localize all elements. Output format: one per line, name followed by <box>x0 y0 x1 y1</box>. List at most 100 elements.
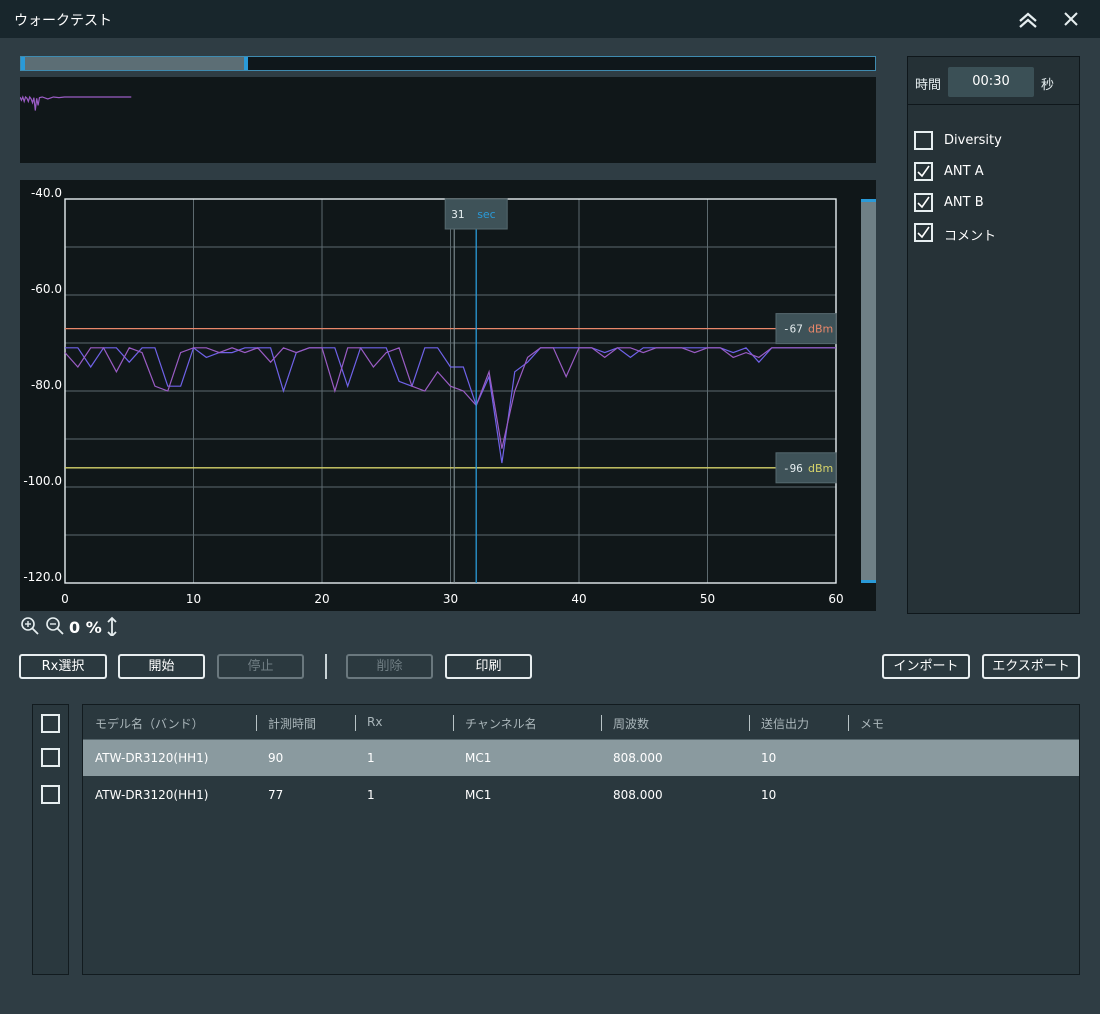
settings-panel: 時間 00:30 秒 Diversity ANT A ANT B コメント <box>907 56 1080 614</box>
select-all-checkbox[interactable] <box>41 714 60 733</box>
vertical-scrollbar[interactable] <box>861 199 876 583</box>
x-tick-label: 10 <box>186 592 201 606</box>
option-diversity[interactable]: Diversity <box>914 131 1074 153</box>
start-button[interactable]: 開始 <box>118 654 205 679</box>
stop-button[interactable]: 停止 <box>217 654 304 679</box>
cell-power: 10 <box>761 788 777 802</box>
overview-series-line <box>19 95 132 111</box>
diversity-checkbox[interactable] <box>914 131 933 150</box>
print-button[interactable]: 印刷 <box>445 654 532 679</box>
time-label: 時間 <box>915 78 942 93</box>
x-tick-label: 60 <box>828 592 843 606</box>
chevron-double-up-icon <box>1019 12 1037 28</box>
zoom-level: 0 % <box>69 618 102 637</box>
vertical-resize-icon[interactable] <box>104 616 124 636</box>
option-label: ANT B <box>944 195 984 210</box>
table-row[interactable]: ATW-DR3120(HH1) 90 1 MC1 808.000 10 <box>83 740 1079 776</box>
column-divider[interactable] <box>256 715 257 731</box>
table-row[interactable]: ATW-DR3120(HH1) 77 1 MC1 808.000 10 <box>83 777 1079 813</box>
y-tick-label: -40.0 <box>31 186 62 200</box>
column-divider[interactable] <box>355 715 356 731</box>
zoom-out-icon[interactable] <box>45 616 65 636</box>
column-header-power[interactable]: 送信出力 <box>761 715 809 732</box>
threshold-unit-label: dBm <box>808 462 833 475</box>
time-field[interactable]: 00:30 <box>948 67 1034 97</box>
rx-select-button[interactable]: Rx選択 <box>19 654 107 679</box>
zoom-controls: 0 % <box>20 616 160 638</box>
y-tick-label: -80.0 <box>31 378 62 392</box>
x-tick-label: 20 <box>314 592 329 606</box>
x-tick-label: 30 <box>443 592 458 606</box>
cell-rx: 1 <box>367 788 375 802</box>
threshold-value-label: -67 <box>783 323 803 336</box>
row-checkbox[interactable] <box>41 785 60 804</box>
delete-button[interactable]: 削除 <box>346 654 433 679</box>
checkmark-icon <box>917 196 930 209</box>
cell-frequency: 808.000 <box>613 788 663 802</box>
option-label: Diversity <box>944 133 1002 148</box>
cell-channel: MC1 <box>465 751 492 765</box>
column-header-channel[interactable]: チャンネル名 <box>465 715 537 732</box>
y-tick-label: -60.0 <box>31 282 62 296</box>
cell-model: ATW-DR3120(HH1) <box>95 788 209 802</box>
x-tick-label: 50 <box>700 592 715 606</box>
threshold-unit-label: dBm <box>808 323 833 336</box>
collapse-button[interactable] <box>1013 4 1043 34</box>
zoom-in-icon[interactable] <box>20 616 40 636</box>
overview-graph <box>19 95 132 111</box>
rf-level-chart-svg: -40.0 -60.0 -80.0 -100.0 -120.0 0 10 20 30 40 50 60… <box>23 186 843 606</box>
window-title: ウォークテスト <box>14 13 112 29</box>
export-button[interactable]: エクスポート <box>982 654 1080 679</box>
y-tick-label: -120.0 <box>23 570 62 584</box>
column-divider[interactable] <box>749 715 750 731</box>
table-header: モデル名（バンド） 計測時間 Rx チャンネル名 周波数 送信出力 メモ <box>83 705 1079 740</box>
title-bar: ウォークテスト <box>0 0 1100 38</box>
close-icon <box>1064 12 1078 26</box>
table-checkbox-column <box>32 704 69 975</box>
column-divider[interactable] <box>601 715 602 731</box>
cell-time: 77 <box>268 788 284 802</box>
overview-plot <box>19 77 876 163</box>
ant-b-checkbox[interactable] <box>914 193 933 212</box>
cell-power: 10 <box>761 751 777 765</box>
import-button[interactable]: インポート <box>882 654 970 679</box>
cell-channel: MC1 <box>465 788 492 802</box>
cell-time: 90 <box>268 751 284 765</box>
column-header-time[interactable]: 計測時間 <box>268 715 316 732</box>
checkmark-icon <box>917 226 930 239</box>
walk-test-window: ウォークテスト -40.0 -60.0 -80.0 -100.0 -120.0 0 10 20… <box>0 0 1100 1014</box>
y-tick-label: -100.0 <box>23 474 62 488</box>
time-setting: 時間 00:30 秒 <box>908 57 1079 105</box>
time-scrollbar[interactable] <box>20 56 876 71</box>
option-ant-a[interactable]: ANT A <box>914 162 1074 184</box>
toolbar-divider <box>325 654 327 679</box>
cell-model: ATW-DR3120(HH1) <box>95 751 209 765</box>
threshold-value-label: -96 <box>783 462 803 475</box>
time-scrollbar-thumb[interactable] <box>21 57 249 70</box>
option-comment[interactable]: コメント <box>914 223 1074 245</box>
cursor-value-label: 31 <box>451 208 464 221</box>
rf-level-chart[interactable]: -40.0 -60.0 -80.0 -100.0 -120.0 0 10 20 30 40 50 60… <box>20 180 876 611</box>
x-tick-label: 40 <box>571 592 586 606</box>
option-label: ANT A <box>944 164 984 179</box>
ant-a-checkbox[interactable] <box>914 162 933 181</box>
cursor-unit-label: sec <box>477 208 496 221</box>
time-unit-label: 秒 <box>1041 78 1055 93</box>
column-header-memo[interactable]: メモ <box>860 715 884 732</box>
column-header-model[interactable]: モデル名（バンド） <box>95 715 204 732</box>
cell-frequency: 808.000 <box>613 751 663 765</box>
cell-rx: 1 <box>367 751 375 765</box>
row-checkbox[interactable] <box>41 748 60 767</box>
column-divider[interactable] <box>848 715 849 731</box>
option-ant-b[interactable]: ANT B <box>914 193 1074 215</box>
option-label: コメント <box>944 229 997 244</box>
checkmark-icon <box>917 165 930 178</box>
x-tick-label: 0 <box>61 592 69 606</box>
column-header-rx[interactable]: Rx <box>367 715 382 729</box>
comment-checkbox[interactable] <box>914 223 933 242</box>
column-divider[interactable] <box>453 715 454 731</box>
measurement-table: モデル名（バンド） 計測時間 Rx チャンネル名 周波数 送信出力 メモ ATW… <box>82 704 1080 975</box>
column-header-frequency[interactable]: 周波数 <box>613 715 649 732</box>
close-button[interactable] <box>1056 4 1086 34</box>
vertical-scrollbar-thumb[interactable] <box>861 199 876 583</box>
